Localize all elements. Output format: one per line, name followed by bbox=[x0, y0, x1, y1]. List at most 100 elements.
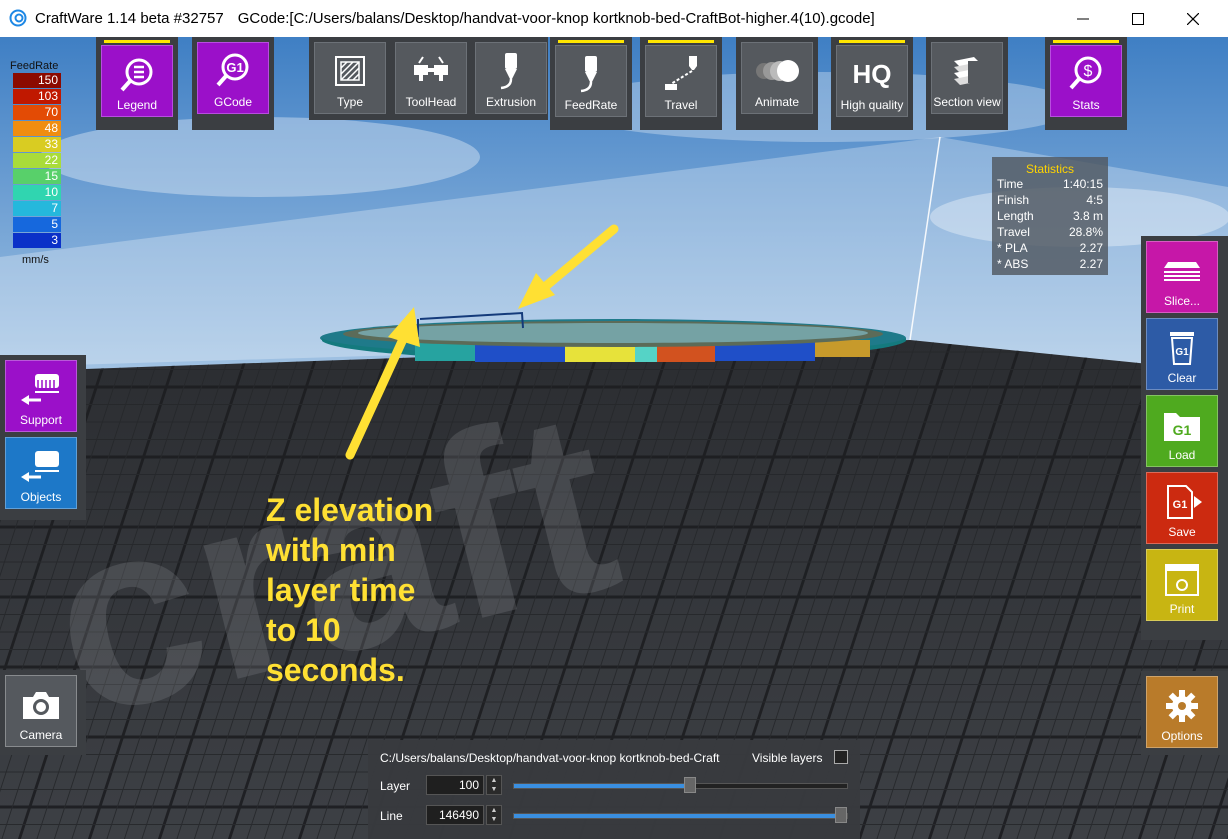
gcode-label: GCode bbox=[213, 95, 253, 109]
clear-button[interactable]: G1 Clear bbox=[1146, 318, 1218, 390]
statistics-label: Length bbox=[997, 209, 1034, 223]
statistics-label: Travel bbox=[997, 225, 1030, 239]
feedrate-legend-entry: 33 bbox=[13, 137, 61, 152]
stats-label: Stats bbox=[1072, 98, 1100, 112]
toolhead-label: ToolHead bbox=[405, 95, 457, 109]
objects-icon bbox=[21, 451, 59, 482]
type-label: Type bbox=[336, 95, 363, 109]
camera-label: Camera bbox=[19, 728, 63, 742]
line-label: Line bbox=[380, 809, 403, 823]
statistics-row: Travel 28.8% bbox=[992, 224, 1108, 240]
annotation-text: Z elevation with min layer time to 10 se… bbox=[266, 490, 506, 690]
statistics-label: * PLA bbox=[997, 241, 1028, 255]
toolhead-button[interactable]: ToolHead bbox=[395, 42, 467, 114]
annotation-line: to 10 bbox=[266, 612, 341, 648]
print-label: Print bbox=[1169, 602, 1195, 616]
animate-toolbar-group: Animate bbox=[736, 37, 818, 130]
minimize-button[interactable] bbox=[1060, 0, 1106, 37]
feedrate-legend-entry: 22 bbox=[13, 153, 61, 168]
statistics-label: Finish bbox=[997, 193, 1030, 207]
statistics-panel: Statistics Time 1:40:15 Finish 4:5 Length 3.8… bbox=[992, 157, 1108, 275]
gcode-toolbar-group: G1 GCode bbox=[192, 37, 274, 130]
hq-icon: HQ bbox=[852, 58, 892, 89]
line-spinner[interactable]: ▲ ▼ bbox=[486, 805, 502, 825]
feedrate-legend-entry: 103 bbox=[13, 89, 61, 104]
annotation-line: layer time bbox=[266, 572, 416, 608]
gcode-glyph: G1 bbox=[226, 60, 243, 75]
gcode-magnifier-icon: G1 bbox=[216, 53, 249, 87]
high-quality-toolbar-group: HQ High quality bbox=[831, 37, 913, 130]
statistics-value: 1:40:15 bbox=[1062, 177, 1103, 191]
gcode-button[interactable]: G1 GCode bbox=[197, 42, 269, 114]
options-group: Options bbox=[1141, 671, 1228, 755]
maximize-icon bbox=[1132, 12, 1144, 25]
layer-slider-handle[interactable] bbox=[684, 777, 697, 793]
load-button[interactable]: G1 Load bbox=[1146, 395, 1218, 467]
feedrate-button[interactable]: FeedRate bbox=[555, 45, 627, 117]
annotation-line: Z elevation bbox=[266, 492, 434, 528]
section-view-toolbar-group: Section view bbox=[926, 37, 1008, 130]
statistics-label: Time bbox=[997, 177, 1024, 191]
statistics-row: * PLA 2.27 bbox=[992, 240, 1108, 256]
animate-label: Animate bbox=[754, 95, 800, 109]
print-icon bbox=[1165, 564, 1199, 596]
extrusion-label: Extrusion bbox=[485, 95, 537, 109]
statistics-value: 2.27 bbox=[1079, 241, 1103, 255]
layer-input[interactable]: 100 bbox=[426, 775, 484, 795]
feedrate-legend-entry: 15 bbox=[13, 169, 61, 184]
section-view-layers-icon bbox=[954, 57, 980, 85]
nozzle-extrusion-icon bbox=[500, 53, 517, 90]
print-button[interactable]: Print bbox=[1146, 549, 1218, 621]
annotation-line: seconds. bbox=[266, 652, 405, 688]
feedrate-toolbar-group: FeedRate bbox=[550, 37, 632, 130]
support-icon bbox=[21, 374, 59, 405]
options-button[interactable]: Options bbox=[1146, 676, 1218, 748]
stats-button[interactable]: $ Stats bbox=[1050, 45, 1122, 117]
line-slider-fill bbox=[514, 814, 847, 818]
animate-icon bbox=[756, 60, 799, 82]
visible-layers-label: Visible layers bbox=[752, 751, 823, 765]
support-label: Support bbox=[19, 413, 63, 427]
support-button[interactable]: Support bbox=[5, 360, 77, 432]
type-hatch-icon bbox=[335, 56, 365, 86]
feedrate-legend-entry: 7 bbox=[13, 201, 61, 216]
feedrate-label: FeedRate bbox=[564, 98, 618, 112]
objects-button[interactable]: Objects bbox=[5, 437, 77, 509]
slice-button[interactable]: Slice... bbox=[1146, 241, 1218, 313]
section-view-button[interactable]: Section view bbox=[931, 42, 1003, 114]
layer-spinner[interactable]: ▲ ▼ bbox=[486, 775, 502, 795]
load-glyph: G1 bbox=[1173, 422, 1192, 438]
extrusion-toolbar-item: Extrusion bbox=[470, 37, 552, 130]
maximize-button[interactable] bbox=[1115, 0, 1161, 37]
high-quality-button[interactable]: HQ High quality bbox=[836, 45, 908, 117]
camera-button[interactable]: Camera bbox=[5, 675, 77, 747]
statistics-row: Finish 4:5 bbox=[992, 192, 1108, 208]
save-button[interactable]: G1 Save bbox=[1146, 472, 1218, 544]
layer-label: Layer bbox=[380, 779, 411, 793]
file-path-label: C:/Users/balans/Desktop/handvat-voor-kno… bbox=[380, 751, 720, 765]
layer-slider[interactable] bbox=[513, 777, 848, 793]
legend-button[interactable]: Legend bbox=[101, 45, 173, 117]
close-button[interactable] bbox=[1170, 0, 1216, 37]
trash-icon: G1 bbox=[1170, 332, 1194, 365]
clear-label: Clear bbox=[1167, 371, 1197, 385]
feedrate-legend-entry: 150 bbox=[13, 73, 61, 88]
travel-toolbar-group: Travel bbox=[640, 37, 722, 130]
travel-button[interactable]: Travel bbox=[645, 45, 717, 117]
line-slider-handle[interactable] bbox=[835, 807, 847, 823]
animate-button[interactable]: Animate bbox=[741, 42, 813, 114]
high-quality-label: High quality bbox=[840, 98, 904, 112]
extrusion-button[interactable]: Extrusion bbox=[475, 42, 547, 114]
legend-toolbar-group: Legend bbox=[96, 37, 178, 130]
feedrate-legend-entry: 10 bbox=[13, 185, 61, 200]
app-title: CraftWare 1.14 beta #32757 bbox=[35, 10, 224, 27]
feedrate-legend-rows: 150 103 70 48 33 22 15 10 7 5 3 bbox=[10, 73, 66, 248]
line-input[interactable]: 146490 bbox=[426, 805, 484, 825]
visible-layers-checkbox[interactable] bbox=[834, 750, 848, 764]
line-slider[interactable] bbox=[513, 807, 848, 823]
legend-magnifier-icon bbox=[120, 58, 153, 92]
camera-icon bbox=[23, 692, 59, 719]
feedrate-legend-unit: mm/s bbox=[22, 254, 49, 266]
folder-load-icon: G1 bbox=[1164, 413, 1200, 441]
type-button[interactable]: Type bbox=[314, 42, 386, 114]
